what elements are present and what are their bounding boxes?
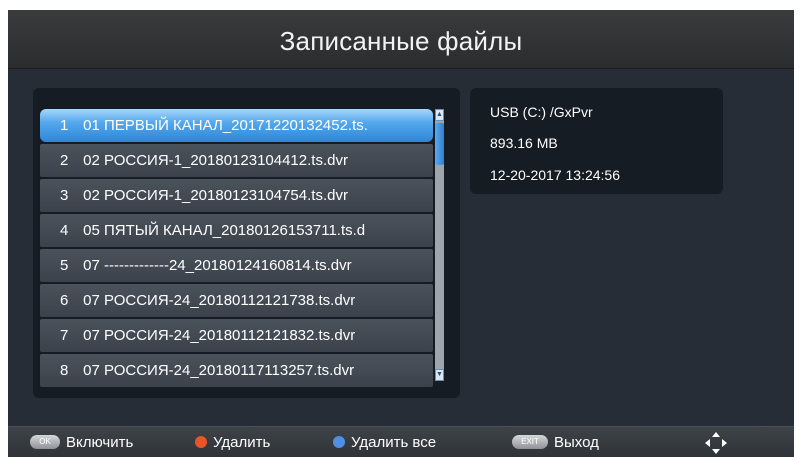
screen-title: Записанные файлы — [279, 26, 523, 56]
file-row-name: 07 РОССИЯ-24_20180112121832.ts.dvr — [83, 327, 356, 344]
delete-all-hint-label: Удалить все — [351, 434, 437, 451]
file-datetime: 12-20-2017 13:24:56 — [490, 167, 620, 183]
scrollbar-thumb[interactable] — [435, 123, 444, 165]
file-path: USB (C:) /GxPvr — [490, 104, 593, 120]
file-list-panel: 1 01 ПЕРВЫЙ КАНАЛ_20171220132452.ts. 2 0… — [33, 88, 460, 398]
delete-all-hint[interactable]: Удалить все — [333, 427, 436, 457]
file-info-panel: USB (C:) /GxPvr 893.16 MB 12-20-2017 13:… — [470, 88, 723, 194]
file-row-name: 07 РОССИЯ-24_20180117113257.ts.dvr — [83, 362, 355, 379]
ok-hint[interactable]: OK Включить — [30, 427, 133, 457]
file-row-number: 3 — [60, 187, 69, 204]
file-row-number: 8 — [60, 362, 69, 379]
file-row-name: 05 ПЯТЫЙ КАНАЛ_20180126153711.ts.d — [83, 222, 366, 239]
delete-hint[interactable]: Удалить — [195, 427, 270, 457]
file-row[interactable]: 5 07 -------------24_20180124160814.ts.d… — [40, 249, 433, 282]
file-row-number: 7 — [60, 327, 69, 344]
ok-key-icon: OK — [30, 434, 60, 449]
red-dot-icon — [195, 435, 207, 448]
file-row-number: 1 — [60, 117, 69, 134]
file-row[interactable]: 7 07 РОССИЯ-24_20180112121832.ts.dvr — [40, 319, 433, 352]
file-row[interactable]: 3 02 РОССИЯ-1_20180123104754.ts.dvr — [40, 179, 433, 212]
exit-key-icon: EXIT — [512, 434, 548, 449]
delete-hint-label: Удалить — [213, 434, 271, 451]
file-row-name: 01 ПЕРВЫЙ КАНАЛ_20171220132452.ts. — [83, 117, 368, 134]
file-row[interactable]: 4 05 ПЯТЫЙ КАНАЛ_20180126153711.ts.d — [40, 214, 433, 247]
file-row[interactable]: 1 01 ПЕРВЫЙ КАНАЛ_20171220132452.ts. — [40, 109, 433, 142]
footer-hint-bar: OK Включить Удалить Удалить все EXIT Выход — [8, 426, 794, 457]
blue-dot-icon — [333, 435, 345, 448]
title-bar: Записанные файлы — [8, 10, 794, 69]
list-scrollbar[interactable]: ▲ ▼ — [435, 109, 444, 381]
scroll-down-arrow-icon[interactable]: ▼ — [435, 369, 444, 381]
file-row[interactable]: 2 02 РОССИЯ-1_20180123104412.ts.dvr — [40, 144, 433, 177]
file-row-name: 02 РОССИЯ-1_20180123104412.ts.dvr — [83, 152, 348, 169]
file-row-name: 02 РОССИЯ-1_20180123104754.ts.dvr — [83, 187, 348, 204]
file-row[interactable]: 8 07 РОССИЯ-24_20180117113257.ts.dvr — [40, 354, 433, 387]
navigation-diamond-icon — [705, 432, 727, 454]
file-row-name: 07 -------------24_20180124160814.ts.dvr — [83, 257, 352, 274]
file-row-name: 07 РОССИЯ-24_20180112121738.ts.dvr — [83, 292, 356, 309]
exit-hint-label: Выход — [554, 434, 599, 451]
exit-hint[interactable]: EXIT Выход — [512, 427, 599, 457]
file-row-number: 5 — [60, 257, 69, 274]
ok-hint-label: Включить — [66, 434, 134, 451]
recorded-files-screen: Записанные файлы 1 01 ПЕРВЫЙ КАНАЛ_20171… — [8, 10, 794, 457]
file-row-number: 2 — [60, 152, 69, 169]
file-row[interactable]: 6 07 РОССИЯ-24_20180112121738.ts.dvr — [40, 284, 433, 317]
file-size: 893.16 MB — [490, 135, 558, 151]
file-row-number: 6 — [60, 292, 69, 309]
scroll-up-arrow-icon[interactable]: ▲ — [435, 109, 444, 121]
file-row-number: 4 — [60, 222, 69, 239]
